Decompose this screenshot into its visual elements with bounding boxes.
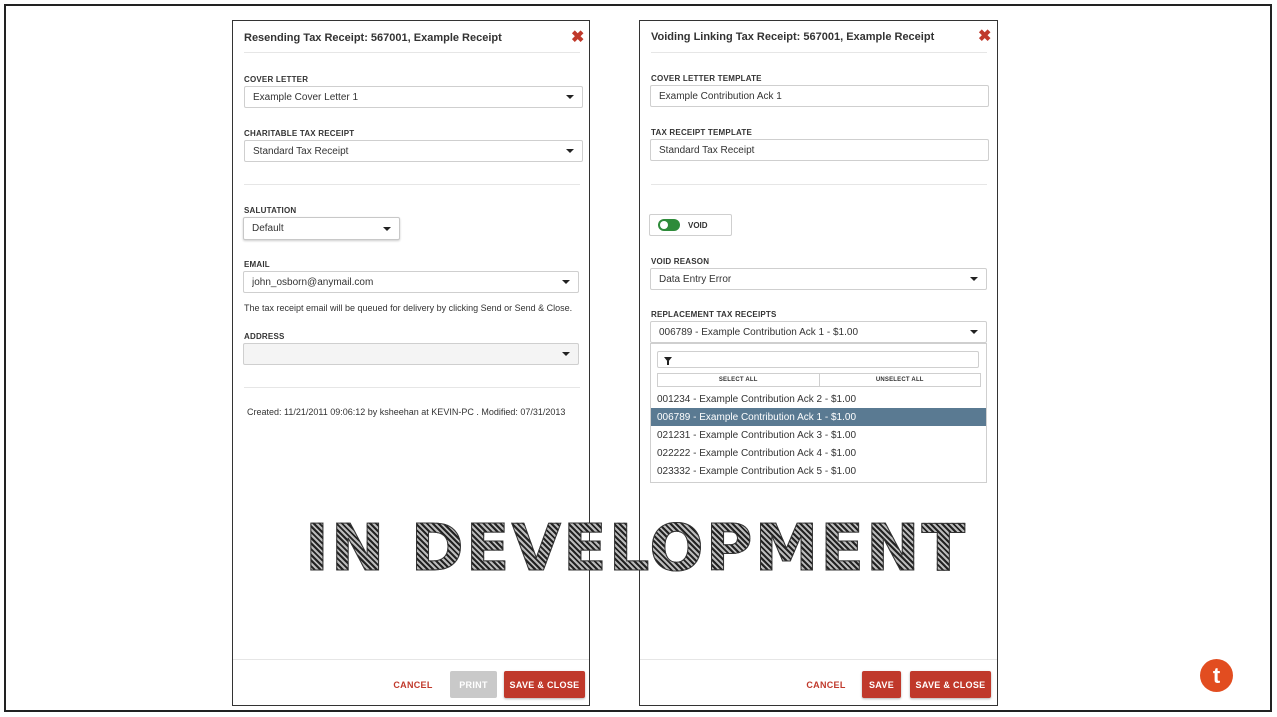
charitable-tax-receipt-value: Standard Tax Receipt (253, 145, 349, 157)
email-select[interactable]: john_osborn@anymail.com (243, 271, 579, 293)
void-toggle-container[interactable]: VOID (649, 214, 732, 236)
list-item[interactable]: 006789 - Example Contribution Ack 1 - $1… (651, 408, 986, 426)
footer-divider (640, 659, 997, 660)
in-development-watermark: IN DEVELOPMENT (305, 514, 985, 585)
cover-letter-select[interactable]: Example Cover Letter 1 (244, 86, 583, 108)
save-close-button[interactable]: SAVE & CLOSE (910, 671, 991, 698)
close-icon[interactable]: ✖ (978, 29, 991, 45)
print-button[interactable]: PRINT (450, 671, 497, 698)
resend-tax-receipt-dialog: Resending Tax Receipt: 567001, Example R… (232, 20, 590, 706)
divider (651, 184, 987, 185)
void-reason-value: Data Entry Error (659, 273, 732, 285)
cancel-button[interactable]: CANCEL (801, 671, 851, 698)
divider (244, 387, 580, 388)
void-toggle-switch[interactable] (658, 219, 680, 231)
footer-divider (233, 659, 589, 660)
created-info: Created: 11/21/2011 09:06:12 by ksheehan… (247, 407, 566, 417)
unselect-all-button[interactable]: UNSELECT ALL (818, 374, 981, 386)
options-list: 001234 - Example Contribution Ack 2 - $1… (651, 390, 986, 480)
dialog-title: Resending Tax Receipt: 567001, Example R… (244, 32, 502, 44)
list-item[interactable]: 022222 - Example Contribution Ack 4 - $1… (651, 444, 986, 462)
cover-letter-value: Example Cover Letter 1 (253, 91, 359, 103)
replacement-receipts-dropdown: SELECT ALL UNSELECT ALL 001234 - Example… (650, 343, 987, 483)
cancel-button[interactable]: CANCEL (388, 671, 438, 698)
chevron-down-icon (383, 226, 391, 231)
filter-icon (664, 357, 672, 365)
chevron-down-icon (562, 352, 570, 356)
brand-logo: t (1200, 659, 1233, 692)
cover-letter-template-input[interactable]: Example Contribution Ack 1 (650, 85, 989, 107)
charitable-tax-receipt-select[interactable]: Standard Tax Receipt (244, 140, 583, 162)
close-icon[interactable]: ✖ (571, 30, 584, 46)
replacement-receipts-value: 006789 - Example Contribution Ack 1 - $1… (659, 326, 859, 338)
save-close-button[interactable]: SAVE & CLOSE (504, 671, 585, 698)
address-select[interactable] (243, 343, 579, 365)
chevron-down-icon (562, 280, 570, 284)
replacement-receipts-select[interactable]: 006789 - Example Contribution Ack 1 - $1… (650, 321, 987, 343)
dialog-title: Voiding Linking Tax Receipt: 567001, Exa… (651, 31, 935, 43)
list-item[interactable]: 001234 - Example Contribution Ack 2 - $1… (651, 390, 986, 408)
salutation-select[interactable]: Default (243, 217, 400, 240)
divider (244, 52, 580, 53)
divider (651, 52, 987, 53)
email-note: The tax receipt email will be queued for… (244, 303, 573, 313)
void-reason-select[interactable]: Data Entry Error (650, 268, 987, 290)
slide-frame (4, 4, 1272, 712)
salutation-label: SALUTATION (244, 206, 297, 215)
cover-letter-template-label: COVER LETTER TEMPLATE (651, 74, 762, 83)
divider (244, 184, 580, 185)
void-tax-receipt-dialog: Voiding Linking Tax Receipt: 567001, Exa… (639, 20, 998, 706)
select-buttons: SELECT ALL UNSELECT ALL (657, 373, 981, 387)
filter-input[interactable] (657, 351, 979, 368)
salutation-value: Default (252, 223, 284, 234)
cover-letter-label: COVER LETTER (244, 75, 309, 84)
tax-receipt-template-value: Standard Tax Receipt (659, 144, 755, 156)
email-value: john_osborn@anymail.com (252, 276, 374, 288)
email-label: EMAIL (244, 260, 270, 269)
cover-letter-template-value: Example Contribution Ack 1 (659, 90, 782, 102)
chevron-down-icon (566, 95, 574, 99)
tax-receipt-template-label: TAX RECEIPT TEMPLATE (651, 128, 753, 137)
void-reason-label: VOID REASON (651, 257, 710, 266)
charitable-tax-receipt-label: CHARITABLE TAX RECEIPT (244, 129, 355, 138)
address-label: ADDRESS (244, 332, 285, 341)
list-item[interactable]: 023332 - Example Contribution Ack 5 - $1… (651, 462, 986, 480)
select-all-button[interactable]: SELECT ALL (658, 374, 819, 386)
save-button[interactable]: SAVE (862, 671, 901, 698)
chevron-down-icon (970, 330, 978, 334)
tax-receipt-template-input[interactable]: Standard Tax Receipt (650, 139, 989, 161)
chevron-down-icon (566, 149, 574, 153)
chevron-down-icon (970, 277, 978, 281)
list-item[interactable]: 021231 - Example Contribution Ack 3 - $1… (651, 426, 986, 444)
void-toggle-label: VOID (688, 220, 708, 230)
replacement-receipts-label: REPLACEMENT TAX RECEIPTS (651, 310, 777, 319)
